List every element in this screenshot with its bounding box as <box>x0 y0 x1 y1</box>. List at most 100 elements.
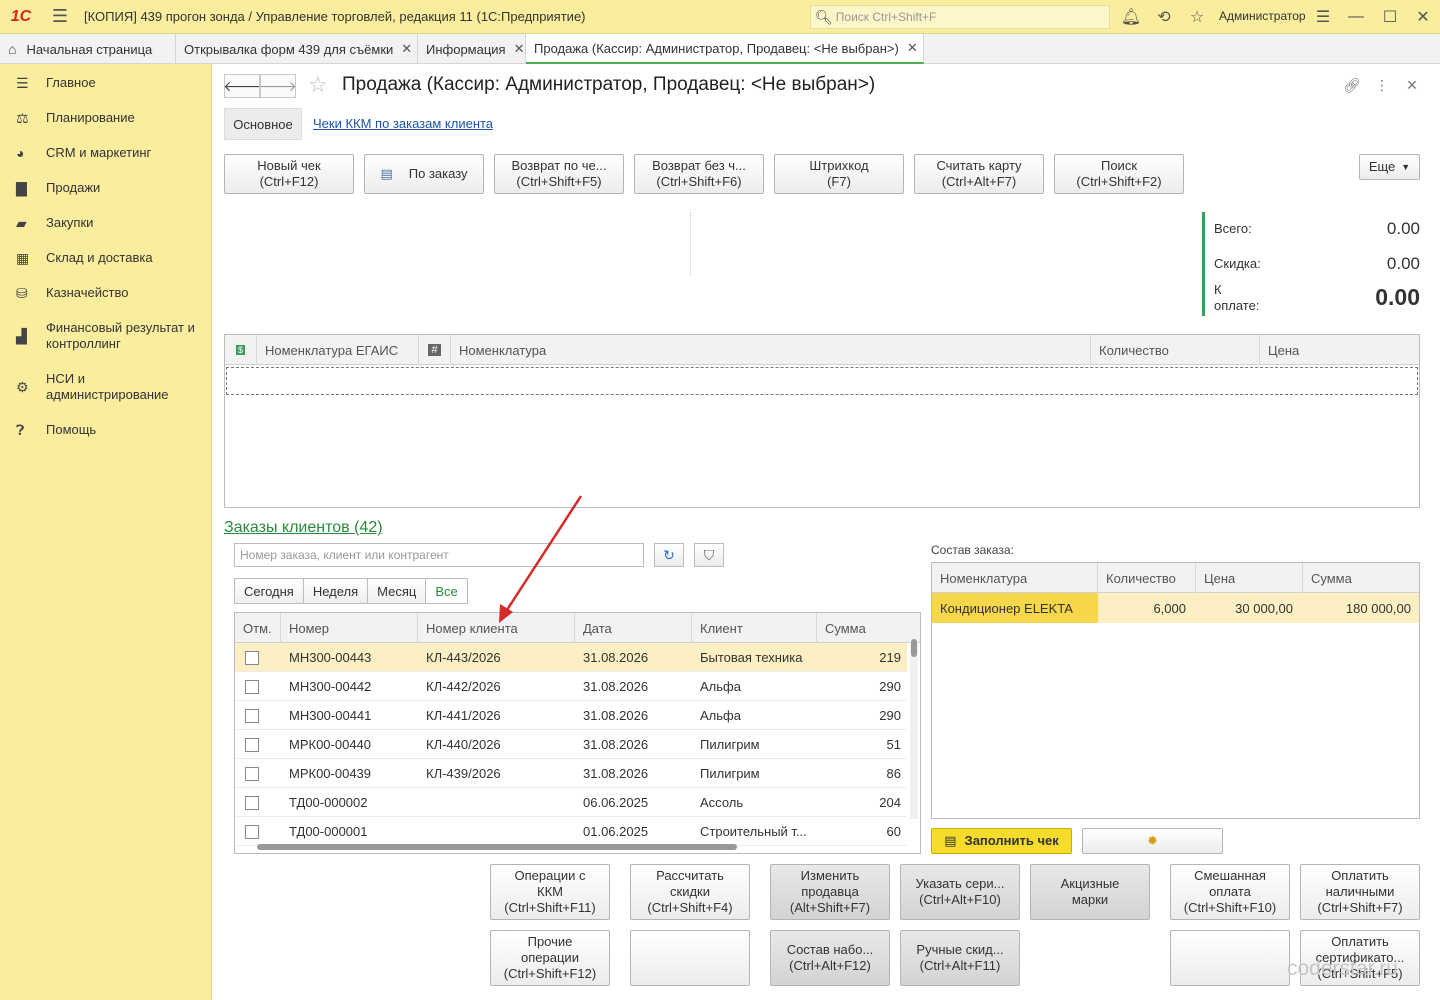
column-number[interactable]: Номер <box>281 613 418 643</box>
more-vert-icon[interactable]: ⋮ <box>1370 74 1394 96</box>
table-row[interactable]: Кондиционер ELEKTA 6,000 30 000,00 180 0… <box>932 593 1419 623</box>
other-operations-button[interactable]: Прочие операции (Ctrl+Shift+F12) <box>490 930 610 986</box>
table-row[interactable]: МН300-00441 КЛ-441/2026 31.08.2026 Альфа… <box>235 701 907 730</box>
sidebar-item-finance[interactable]: ▟ Финансовый результат и контроллинг <box>0 320 212 352</box>
history-icon[interactable]: ⟲ <box>1151 5 1177 29</box>
row-checkbox[interactable] <box>235 701 281 730</box>
column-sum[interactable]: Сумма <box>817 613 909 643</box>
horizontal-scrollbar[interactable] <box>257 843 897 851</box>
kit-composition-button[interactable]: Состав набо... (Ctrl+Alt+F12) <box>770 930 890 986</box>
sidebar-item-main[interactable]: ☰ Главное <box>0 75 106 92</box>
column-client-number[interactable]: Номер клиента <box>418 613 575 643</box>
row-checkbox[interactable] <box>235 730 281 759</box>
close-tab-icon[interactable]: ✕ <box>514 41 525 57</box>
read-card-button[interactable]: Считать карту (Ctrl+Alt+F7) <box>914 154 1044 194</box>
tab-sale[interactable]: Продажа (Кассир: Администратор, Продавец… <box>526 34 924 64</box>
sidebar-item-treasury[interactable]: ⛁ Казначейство <box>0 285 138 302</box>
period-today[interactable]: Сегодня <box>234 578 304 604</box>
link-icon[interactable]: 🔗︎ <box>1340 74 1364 96</box>
clear-filter-button[interactable]: ⛉ <box>694 543 724 567</box>
return-without-check-button[interactable]: Возврат без ч... (Ctrl+Shift+F6) <box>634 154 764 194</box>
period-week[interactable]: Неделя <box>303 578 369 604</box>
sidebar-item-help[interactable]: ❓︎ Помощь <box>0 422 106 439</box>
row-checkbox[interactable] <box>235 759 281 788</box>
column-date[interactable]: Дата <box>575 613 692 643</box>
change-seller-button[interactable]: Изменить продавца (Alt+Shift+F7) <box>770 864 890 920</box>
empty-button[interactable] <box>1170 930 1290 986</box>
settings-list-icon[interactable]: ☰ <box>1310 5 1336 29</box>
column-nomenclature[interactable]: Номенклатура <box>932 563 1098 593</box>
new-check-button[interactable]: Новый чек (Ctrl+F12) <box>224 154 354 194</box>
mixed-payment-button[interactable]: Смешанная оплата (Ctrl+Shift+F10) <box>1170 864 1290 920</box>
sidebar-item-planning[interactable]: ⚖ Планирование <box>0 110 145 127</box>
column-price[interactable]: Цена <box>1196 563 1303 593</box>
table-row[interactable]: ТД00-000002 06.06.2025 Ассоль 204 <box>235 788 907 817</box>
close-form-icon[interactable]: ✕ <box>1400 74 1424 96</box>
orders-title-link[interactable]: Заказы клиентов (42) <box>224 519 383 537</box>
orders-table[interactable]: Отм. Номер Номер клиента Дата Клиент Сум… <box>234 612 921 854</box>
row-checkbox[interactable] <box>235 817 281 846</box>
by-order-button[interactable]: ▤ По заказу <box>364 154 484 194</box>
table-row[interactable]: МРК00-00440 КЛ-440/2026 31.08.2026 Пилиг… <box>235 730 907 759</box>
search-button[interactable]: Поиск (Ctrl+Shift+F2) <box>1054 154 1184 194</box>
column-client[interactable]: Клиент <box>692 613 817 643</box>
barcode-button[interactable]: Штрихкод (F7) <box>774 154 904 194</box>
current-user[interactable]: Администратор <box>1219 9 1306 23</box>
global-search-input[interactable]: 🔍︎ Поиск Ctrl+Shift+F <box>810 5 1110 29</box>
sidebar-item-admin[interactable]: ⚙ НСИ и администрирование <box>0 371 190 403</box>
table-row[interactable]: МРК00-00439 КЛ-439/2026 31.08.2026 Пилиг… <box>235 759 907 788</box>
close-tab-icon[interactable]: ✕ <box>907 40 918 56</box>
column-quantity[interactable]: Количество <box>1091 335 1260 365</box>
back-button[interactable]: 🡐 <box>223 74 261 98</box>
check-items-table[interactable]: $ Номенклатура ЕГАИС # Номенклатура Коли… <box>224 334 1420 508</box>
calc-discounts-button[interactable]: Рассчитать скидки (Ctrl+Shift+F4) <box>630 864 750 920</box>
sidebar-item-sales[interactable]: ▇ Продажи <box>0 180 110 197</box>
menu-icon[interactable]: ☰ <box>42 0 78 34</box>
tab-forms-opener[interactable]: Открывалка форм 439 для съёмки ✕ <box>176 34 418 64</box>
sidebar-item-warehouse[interactable]: ▦ Склад и доставка <box>0 250 163 267</box>
set-serial-button[interactable]: Указать сери... (Ctrl+Alt+F10) <box>900 864 1020 920</box>
row-checkbox[interactable] <box>235 788 281 817</box>
subtab-kkm-checks-link[interactable]: Чеки ККМ по заказам клиента <box>313 116 493 131</box>
minimize-icon[interactable]: — <box>1343 5 1369 29</box>
column-quantity[interactable]: Количество <box>1098 563 1196 593</box>
fill-check-button[interactable]: ▤ Заполнить чек <box>931 828 1072 854</box>
kkm-operations-button[interactable]: Операции с ККМ (Ctrl+Shift+F11) <box>490 864 610 920</box>
sidebar-item-purchases[interactable]: ▰ Закупки <box>0 215 103 232</box>
tab-info[interactable]: Информация ✕ <box>418 34 526 64</box>
table-row[interactable] <box>226 367 1418 395</box>
app-logo[interactable]: 1С <box>0 0 42 34</box>
composition-table[interactable]: Номенклатура Количество Цена Сумма Конди… <box>931 562 1420 819</box>
settings-button[interactable]: ✹ <box>1082 828 1223 854</box>
pay-cash-button[interactable]: Оплатить наличными (Ctrl+Shift+F7) <box>1300 864 1420 920</box>
column-nomenclature[interactable]: Номенклатура <box>451 335 1091 365</box>
favorite-star-icon[interactable]: ☆ <box>308 72 328 98</box>
excise-marks-button[interactable]: Акцизные марки <box>1030 864 1150 920</box>
forward-button[interactable]: 🡒 <box>259 74 297 98</box>
close-tab-icon[interactable]: ✕ <box>401 41 412 57</box>
more-button[interactable]: Еще ▼ <box>1359 154 1420 180</box>
manual-discount-button[interactable]: Ручные скид... (Ctrl+Alt+F11) <box>900 930 1020 986</box>
column-mark[interactable]: Отм. <box>235 613 281 643</box>
bell-icon[interactable]: 🔔︎ <box>1118 5 1144 29</box>
period-all[interactable]: Все <box>426 578 468 604</box>
maximize-icon[interactable]: ☐ <box>1377 5 1403 29</box>
close-window-icon[interactable]: ✕ <box>1410 5 1436 29</box>
subtab-main[interactable]: Основное <box>224 108 302 140</box>
orders-search-input[interactable]: Номер заказа, клиент или контрагент <box>234 543 644 567</box>
column-egais-nomenclature[interactable]: Номенклатура ЕГАИС <box>257 335 419 365</box>
sidebar-item-crm[interactable]: ◕ CRM и маркетинг <box>0 145 161 161</box>
table-row[interactable]: МН300-00442 КЛ-442/2026 31.08.2026 Альфа… <box>235 672 907 701</box>
return-by-check-button[interactable]: Возврат по че... (Ctrl+Shift+F5) <box>494 154 624 194</box>
refresh-button[interactable]: ↻ <box>654 543 684 567</box>
tab-home[interactable]: ⌂ Начальная страница <box>0 34 176 64</box>
favorites-star-icon[interactable]: ☆ <box>1184 5 1210 29</box>
column-sum[interactable]: Сумма <box>1303 563 1419 593</box>
column-price[interactable]: Цена <box>1260 335 1419 365</box>
vertical-scrollbar[interactable] <box>910 637 918 819</box>
empty-button[interactable] <box>630 930 750 986</box>
table-row[interactable]: ТД00-000001 01.06.2025 Строительный т...… <box>235 817 907 846</box>
row-checkbox[interactable] <box>235 643 281 672</box>
row-checkbox[interactable] <box>235 672 281 701</box>
period-month[interactable]: Месяц <box>368 578 427 604</box>
